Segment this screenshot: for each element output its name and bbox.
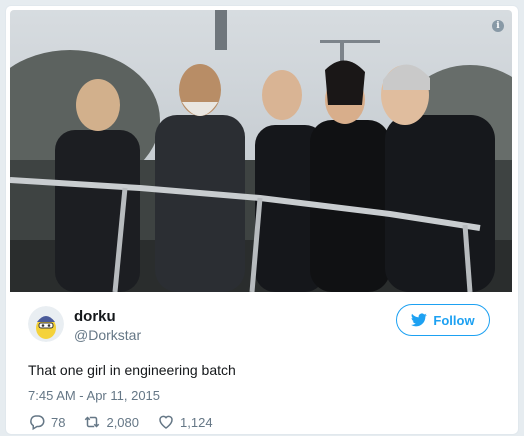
bird-icon [411,313,428,327]
tweet-text: That one girl in engineering batch [28,362,236,378]
tweet-timestamp[interactable]: 7:45 AM - Apr 11, 2015 [28,388,160,403]
author-name[interactable]: dorku [74,308,116,325]
retweet-button[interactable]: 2,080 [83,413,139,431]
tweet-actions: 78 2,080 1,124 [28,412,231,432]
reply-icon [30,415,45,431]
heart-icon [159,415,173,429]
like-count: 1,124 [180,414,213,430]
info-icon[interactable]: i [492,20,504,32]
tweet-card: i dorku @Dorkstar Follow That one girl i… [5,5,519,435]
like-button[interactable]: 1,124 [157,413,213,431]
author-handle[interactable]: @Dorkstar [74,327,141,343]
avatar[interactable] [28,306,64,342]
avatar-image [28,306,64,342]
reply-count: 78 [51,414,66,430]
follow-label: Follow [433,312,475,328]
reply-button[interactable]: 78 [28,413,65,431]
tweet-photo[interactable]: i [10,10,512,292]
photo-illustration [10,10,512,292]
follow-button[interactable]: Follow [396,304,490,336]
retweet-icon [85,416,100,428]
retweet-count: 2,080 [106,414,140,430]
